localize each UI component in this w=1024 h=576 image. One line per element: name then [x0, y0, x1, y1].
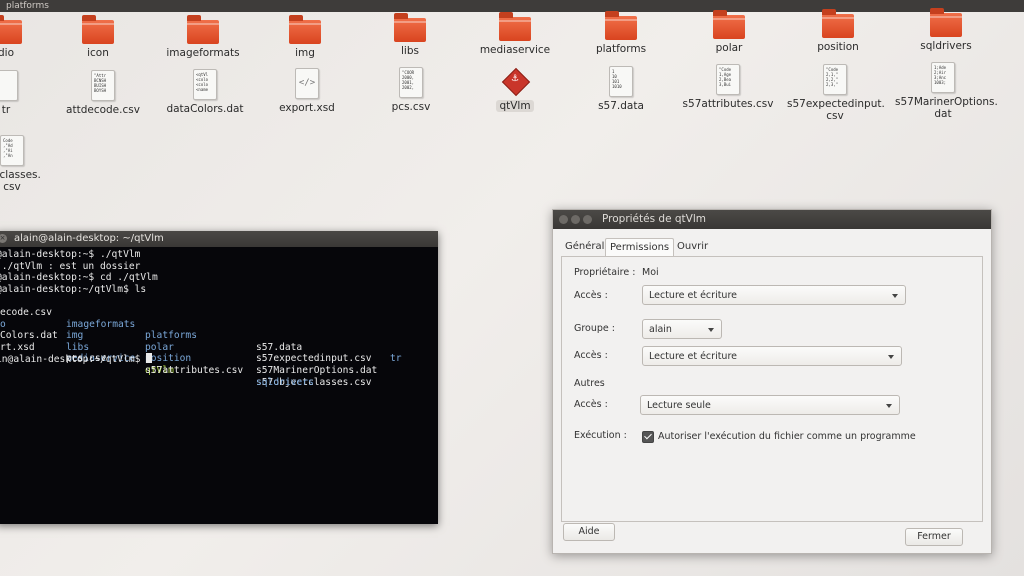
terminal-window[interactable]: × alain@alain-desktop: ~/qtVlm @alain-de…: [0, 231, 438, 524]
file-item[interactable]: <qtVl <colo <colo <name dataColors.dat: [157, 69, 253, 115]
exec-label: Exécution :: [574, 430, 627, 441]
group-access-select[interactable]: Lecture et écriture: [642, 346, 902, 366]
ls-row: Colors.dat libs position s57MarinerOptio…: [0, 330, 378, 376]
chevron-down-icon: [888, 355, 894, 359]
terminal-titlebar[interactable]: × alain@alain-desktop: ~/qtVlm: [0, 231, 438, 247]
owner-access-label: Accès :: [574, 290, 608, 301]
file-item[interactable]: "COOR 2000, 2001, 2002, pcs.csv: [363, 67, 459, 113]
executable-icon: ⚓: [501, 67, 531, 97]
group-access-label: Accès :: [574, 350, 608, 361]
file-item[interactable]: </> export.xsd: [259, 68, 355, 114]
group-label: Groupe :: [574, 323, 615, 334]
terminal-title: alain@alain-desktop: ~/qtVlm: [14, 233, 164, 244]
owner-value: Moi: [642, 267, 659, 278]
permissions-panel: Propriétaire : Moi Accès : Lecture et éc…: [561, 256, 983, 522]
close-icon[interactable]: ×: [0, 234, 7, 243]
folder-item[interactable]: icon: [50, 15, 146, 59]
exec-checkbox[interactable]: [642, 431, 654, 443]
tab-open-with[interactable]: Ouvrir avec: [673, 238, 712, 269]
file-item[interactable]: "Attr BCNSH BUISH BOYSH attdecode.csv: [55, 70, 151, 116]
tab-general[interactable]: Général: [561, 238, 608, 256]
folder-item[interactable]: imageformats: [155, 15, 251, 59]
ls-row: rt.xsd mediaservice qtVlm s57objectclass…: [0, 341, 372, 388]
terminal-line: ./qtVlm : est un dossier: [0, 260, 141, 272]
folder-icon: [713, 10, 745, 39]
folder-icon: [82, 15, 114, 44]
chevron-down-icon: [708, 328, 714, 332]
file-item-selected[interactable]: ⚓ qtVlm: [467, 67, 563, 113]
folder-item[interactable]: position: [790, 9, 886, 53]
chevron-down-icon: [886, 404, 892, 408]
file-icon: 1;Ade 2;Air 3;Anc 1003;: [931, 62, 955, 93]
terminal-line: @alain-desktop:~/qtVlm$ ls: [0, 283, 147, 295]
owner-access-select[interactable]: Lecture et écriture: [642, 285, 906, 305]
owner-label: Propriétaire :: [574, 267, 636, 278]
folder-item[interactable]: sqldrivers: [898, 8, 994, 52]
ls-row: o img polar s57expectedinput.csv: [0, 318, 372, 365]
folder-item[interactable]: platforms: [573, 11, 669, 55]
terminal-line: @alain-desktop:~$ cd ./qtVlm: [0, 272, 158, 284]
ls-row: pcs.csv s57attributes.csv sqldrivers: [66, 353, 314, 388]
others-access-label: Accès :: [574, 399, 608, 410]
close-icon[interactable]: [559, 215, 568, 224]
file-item[interactable]: Code ,"Ad ,"Ai ,"Anectclasses. csv: [0, 135, 60, 193]
folder-icon: [187, 15, 219, 44]
folder-icon: [289, 15, 321, 44]
folder-icon: [822, 9, 854, 38]
maximize-icon[interactable]: [583, 215, 592, 224]
others-label: Autres: [574, 378, 605, 389]
file-item[interactable]: 1;Ade 2;Air 3;Anc 1003; s57MarinerOptions…: [895, 62, 998, 120]
properties-dialog[interactable]: Propriétés de qtVlm Général Permissions …: [552, 209, 992, 554]
file-icon: "COOR 2000, 2001, 2002,: [399, 67, 423, 98]
exec-checkbox-label[interactable]: Autoriser l'exécution du fichier comme u…: [658, 431, 916, 442]
folder-item[interactable]: dio: [0, 15, 54, 59]
minimize-icon[interactable]: [571, 215, 580, 224]
dialog-titlebar[interactable]: Propriétés de qtVlm: [553, 210, 991, 229]
group-select[interactable]: alain: [642, 319, 722, 339]
help-button[interactable]: Aide: [563, 523, 615, 541]
file-item[interactable]: "Code 1,Age 2,Bea 3,Bui s57attributes.csv: [680, 64, 776, 110]
folder-icon: [930, 8, 962, 37]
file-item[interactable]: 1 10 101 1010 s57.data: [573, 66, 669, 112]
file-icon: Code ,"Ad ,"Ai ,"An: [0, 135, 24, 166]
folder-item[interactable]: libs: [362, 13, 458, 57]
tab-permissions[interactable]: Permissions: [605, 238, 675, 257]
folder-item[interactable]: mediaservice: [467, 12, 563, 56]
terminal-cursor: [146, 353, 153, 364]
folder-item[interactable]: img: [257, 15, 353, 59]
close-button[interactable]: Fermer: [905, 528, 963, 546]
folder-icon: [605, 11, 637, 40]
folder-icon: [0, 15, 22, 44]
file-item[interactable]: tr: [0, 70, 54, 116]
ls-row: ecode.csv imageformats platforms s57.dat…: [0, 306, 402, 365]
file-icon: 1 10 101 1010: [609, 66, 633, 97]
folder-item[interactable]: polar: [681, 10, 777, 54]
file-icon: [0, 70, 18, 101]
file-item[interactable]: "Code 2,1," 2,2," 2,3," s57expectedinput.…: [787, 64, 885, 122]
file-icon: "Code 2,1," 2,2," 2,3,": [823, 64, 847, 95]
dialog-title: Propriétés de qtVlm: [602, 213, 706, 225]
terminal-prompt[interactable]: in@alain-desktop:~/qtVlm$: [0, 353, 438, 365]
file-icon: <qtVl <colo <colo <name: [193, 69, 217, 100]
code-file-icon: </>: [295, 68, 319, 99]
chevron-down-icon: [892, 294, 898, 298]
others-access-select[interactable]: Lecture seule: [640, 395, 900, 415]
file-icon: "Attr BCNSH BUISH BOYSH: [91, 70, 115, 101]
folder-icon: [394, 13, 426, 42]
folder-icon: [499, 12, 531, 41]
terminal-line: @alain-desktop:~$ ./qtVlm: [0, 249, 141, 260]
file-icon: "Code 1,Age 2,Bea 3,Bui: [716, 64, 740, 95]
terminal-body[interactable]: @alain-desktop:~$ ./qtVlm ./qtVlm : est …: [0, 247, 438, 524]
